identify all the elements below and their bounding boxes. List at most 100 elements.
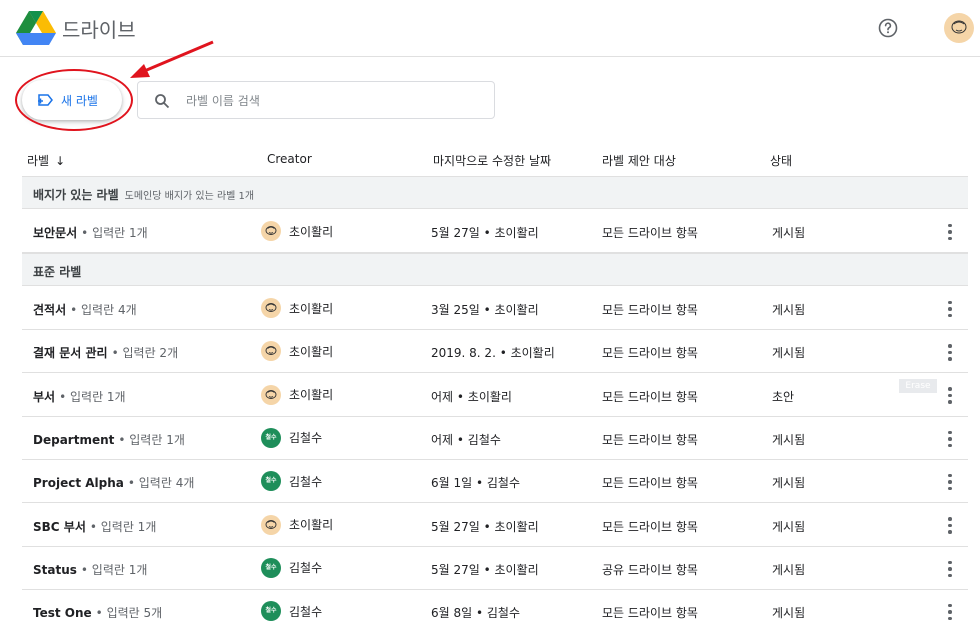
table-row[interactable]: 결재 문서 관리 • 입력란 2개 초이활리 2019. 8. 2. • 초이활리 모든… (22, 330, 968, 374)
label-name[interactable]: 결재 문서 관리 • 입력란 2개 (33, 344, 178, 361)
help-icon[interactable] (876, 16, 900, 40)
column-header-modified: 마지막으로 수정한 날짜 (433, 154, 552, 168)
label-name[interactable]: SBC 부서 • 입력란 1개 (33, 518, 156, 535)
column-label-text: 라벨 (27, 154, 50, 168)
label-status: 게시됨 (772, 562, 806, 577)
more-vert-icon[interactable] (940, 298, 960, 320)
field-count: • 입력란 4개 (127, 476, 195, 491)
section-subtitle: 도메인당 배지가 있는 라벨 1개 (124, 191, 255, 202)
creator-cell: 초이활리 (261, 341, 333, 362)
creator-name: 김철수 (289, 561, 323, 576)
creator-name: 초이활리 (289, 224, 334, 239)
label-scope: 공유 드라이브 항목 (602, 562, 698, 577)
creator-cell: 철수 김철수 (261, 471, 323, 492)
modified-date: 6월 8일 • 김철수 (431, 606, 520, 621)
label-status: 게시됨 (772, 346, 806, 361)
label-status: 게시됨 (772, 226, 806, 240)
more-vert-icon[interactable] (940, 601, 960, 623)
more-vert-icon[interactable] (940, 341, 960, 363)
label-name[interactable]: Status • 입력란 1개 (33, 561, 147, 578)
avatar-face-icon (951, 20, 967, 34)
table-row[interactable]: 부서 • 입력란 1개 초이활리 어제 • 초이활리 모든 드라이브 항목 초안 Erase (22, 374, 968, 417)
creator-avatar: 철수 (261, 557, 281, 578)
label-scope: 모든 드라이브 항목 (602, 346, 698, 361)
section-standard-labels: 표준 라벨 (22, 253, 968, 286)
creator-name: 초이활리 (289, 388, 334, 403)
label-name[interactable]: 보안문서 • 입력란 1개 (33, 224, 148, 241)
field-count: • 입력란 5개 (95, 606, 163, 621)
creator-avatar (261, 221, 281, 241)
label-name[interactable]: 견적서 • 입력란 4개 (33, 301, 137, 318)
creator-avatar: 철수 (261, 471, 281, 492)
column-header-label[interactable]: 라벨 ↓ (27, 152, 65, 169)
creator-name: 김철수 (289, 474, 323, 489)
creator-name: 김철수 (289, 431, 323, 446)
table-row[interactable]: Project Alpha • 입력란 4개 철수 김철수 6월 1일 • 김철수 모든 … (22, 460, 968, 504)
annotation-arrow-icon (130, 40, 214, 78)
label-status: 게시됨 (772, 519, 806, 534)
label-status: 게시됨 (772, 303, 806, 317)
table-row[interactable]: Test One • 입력란 5개 철수 김철수 6월 8일 • 김철수 모든 드라이브 … (22, 590, 968, 632)
creator-avatar: 철수 (261, 427, 281, 448)
label-status: 게시됨 (772, 432, 806, 447)
label-scope: 모든 드라이브 항목 (602, 432, 698, 447)
field-count: • 입력란 4개 (70, 303, 137, 317)
tooltip: Erase (899, 378, 937, 393)
search-input[interactable] (186, 91, 476, 111)
section-title: 배지가 있는 라벨 (33, 188, 119, 202)
creator-cell: 초이활리 (261, 384, 334, 405)
label-scope: 모든 드라이브 항목 (602, 303, 698, 317)
creator-name: 초이활리 (289, 301, 334, 316)
more-vert-icon[interactable] (940, 221, 960, 243)
creator-avatar (261, 341, 281, 362)
label-name[interactable]: Test One • 입력란 5개 (33, 604, 162, 621)
section-badged-labels: 배지가 있는 라벨 도메인당 배지가 있는 라벨 1개 (22, 176, 968, 209)
creator-cell: 철수 김철수 (261, 601, 323, 622)
field-count: • 입력란 1개 (81, 226, 148, 240)
label-name[interactable]: Department • 입력란 1개 (33, 431, 185, 448)
table-row[interactable]: Department • 입력란 1개 철수 김철수 어제 • 김철수 모든 드라이브 항… (22, 417, 968, 460)
creator-cell: 철수 김철수 (261, 557, 323, 578)
label-scope: 모든 드라이브 항목 (602, 389, 698, 404)
label-status: 게시됨 (772, 606, 806, 621)
modified-date: 3월 25일 • 초이활리 (431, 303, 539, 317)
table-row[interactable]: SBC 부서 • 입력란 1개 초이활리 5월 27일 • 초이활리 모든 드라이브 항… (22, 504, 968, 547)
creator-cell: 초이활리 (261, 514, 333, 535)
creator-avatar (261, 298, 281, 318)
table-row[interactable]: 보안문서 • 입력란 1개 초이활리 5월 27일 • 초이활리 모든 드라이브 항목 게… (22, 210, 968, 253)
drive-logo-icon[interactable] (16, 10, 56, 46)
creator-name: 김철수 (289, 604, 323, 619)
creator-avatar (261, 384, 281, 405)
label-scope: 모든 드라이브 항목 (602, 606, 698, 621)
more-vert-icon[interactable] (940, 515, 960, 537)
creator-cell: 철수 김철수 (261, 427, 323, 448)
label-search[interactable] (137, 81, 495, 119)
column-header-scope: 라벨 제안 대상 (602, 154, 676, 168)
creator-avatar: 철수 (261, 601, 281, 622)
highlight-ellipse (15, 69, 133, 131)
more-vert-icon[interactable] (940, 471, 960, 493)
creator-cell: 초이활리 (261, 298, 333, 318)
field-count: • 입력란 1개 (89, 519, 157, 534)
modified-date: 6월 1일 • 김철수 (431, 476, 520, 491)
table-row[interactable]: 견적서 • 입력란 4개 초이활리 3월 25일 • 초이활리 모든 드라이브 항목 게시… (22, 287, 968, 330)
sort-down-icon[interactable]: ↓ (55, 154, 65, 168)
modified-date: 어제 • 김철수 (431, 432, 501, 447)
label-status: 초안 (772, 389, 795, 404)
label-scope: 모든 드라이브 항목 (602, 476, 698, 491)
more-vert-icon[interactable] (940, 428, 960, 450)
label-name[interactable]: 부서 • 입력란 1개 (33, 388, 126, 405)
column-header-creator: Creator (267, 152, 312, 166)
modified-date: 5월 27일 • 초이활리 (431, 562, 539, 577)
modified-date: 2019. 8. 2. • 초이활리 (431, 346, 555, 361)
label-name[interactable]: Project Alpha • 입력란 4개 (33, 474, 194, 491)
field-count: • 입력란 1개 (59, 389, 126, 404)
more-vert-icon[interactable] (940, 558, 960, 580)
account-avatar[interactable] (944, 13, 974, 43)
more-vert-icon[interactable] (940, 385, 960, 407)
label-status: 게시됨 (772, 476, 806, 491)
modified-date: 어제 • 초이활리 (431, 389, 512, 404)
table-row[interactable]: Status • 입력란 1개 철수 김철수 5월 27일 • 초이활리 공유 드라이브 … (22, 547, 968, 590)
label-scope: 모든 드라이브 항목 (602, 519, 698, 534)
field-count: • 입력란 2개 (111, 346, 179, 361)
